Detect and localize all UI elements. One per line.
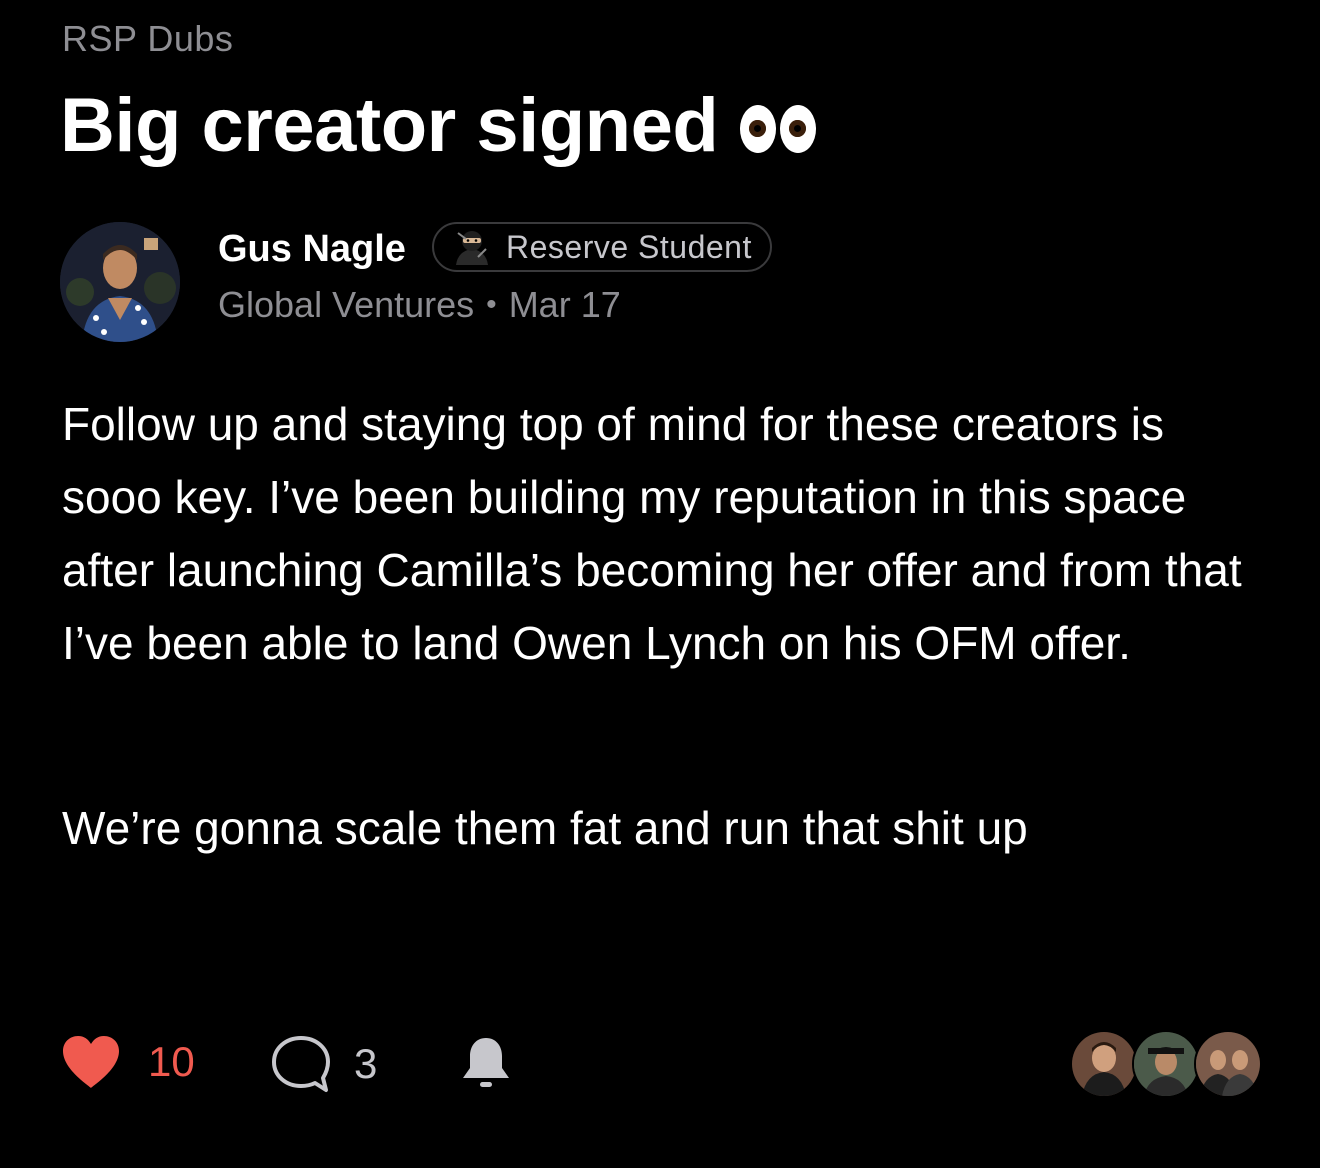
comment-count: 3 [354, 1040, 378, 1087]
participants-avatar-stack[interactable] [1070, 1030, 1262, 1098]
post-meta: Global Ventures • Mar 17 [218, 284, 621, 326]
participant-avatar [1070, 1030, 1138, 1098]
post-body: Follow up and staying top of mind for th… [62, 388, 1262, 865]
community-name[interactable]: RSP Dubs [62, 18, 233, 60]
participant-avatar [1132, 1030, 1200, 1098]
post-detail-screen: RSP Dubs Big creator signed Gus Nagle Re… [0, 0, 1320, 1168]
post-body-paragraph: We’re gonna scale them fat and run that … [62, 802, 1028, 854]
notify-bell-button[interactable] [458, 1034, 514, 1099]
like-button[interactable]: 10 [60, 1034, 195, 1090]
like-count: 10 [148, 1038, 195, 1085]
bell-icon [463, 1038, 509, 1087]
author-name[interactable]: Gus Nagle [218, 228, 406, 271]
post-title: Big creator signed [60, 83, 719, 168]
post-body-paragraph: Follow up and staying top of mind for th… [62, 398, 1242, 669]
meta-separator: • [486, 288, 497, 321]
author-row: Gus Nagle Reserve Student Global Venture… [60, 222, 960, 346]
comment-bubble-icon [272, 1036, 330, 1092]
participant-avatar [1194, 1030, 1262, 1098]
badge-label: Reserve Student [506, 228, 752, 265]
post-date: Mar 17 [508, 284, 621, 325]
post-actions-bar: 10 3 [60, 1030, 1262, 1099]
author-avatar[interactable] [60, 222, 180, 342]
post-title-row: Big creator signed [60, 80, 817, 172]
heart-icon [63, 1036, 119, 1088]
author-badge: Reserve Student [432, 222, 772, 272]
eyes-emoji-icon [740, 105, 817, 153]
author-group[interactable]: Global Ventures [218, 284, 474, 326]
ninja-icon [456, 231, 488, 265]
comment-button[interactable]: 3 [270, 1034, 377, 1094]
